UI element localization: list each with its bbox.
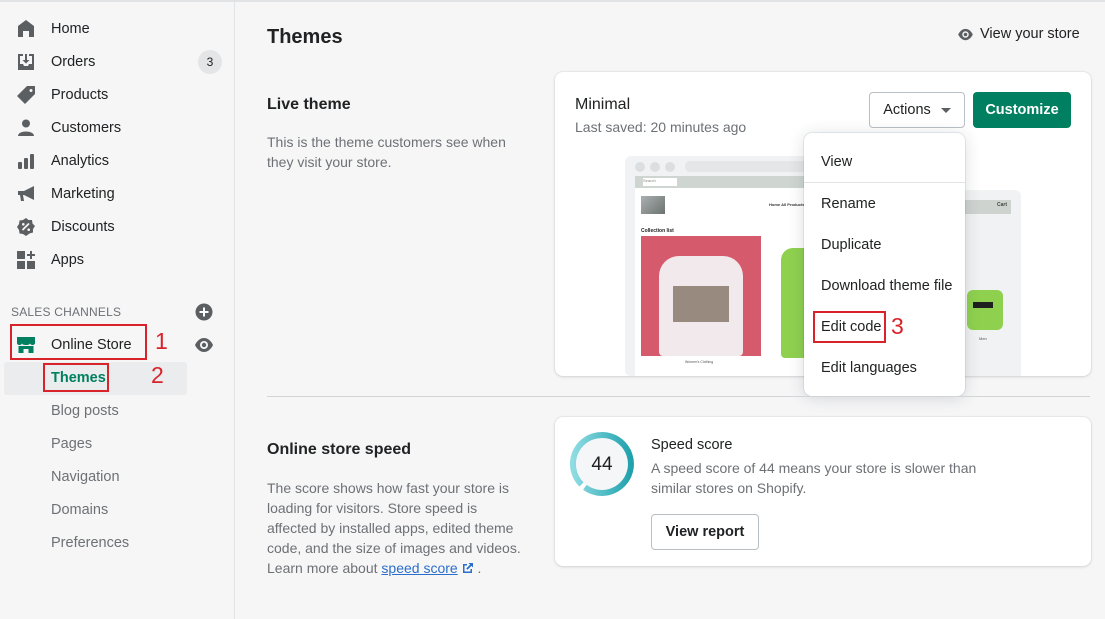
actions-label: Actions xyxy=(883,102,931,118)
menu-item-download-theme-file[interactable]: Download theme file xyxy=(821,278,952,294)
page-title: Themes xyxy=(267,26,343,48)
sidebar-subitem-preferences[interactable]: Preferences xyxy=(51,535,129,551)
actions-menu: View Rename Duplicate Download theme fil… xyxy=(804,133,965,396)
sidebar-item-home[interactable]: Home xyxy=(0,12,235,45)
collection-list-title: Collection list xyxy=(641,228,674,234)
menu-item-duplicate[interactable]: Duplicate xyxy=(821,237,881,253)
sidebar-item-label: Marketing xyxy=(51,185,115,202)
window-dot xyxy=(635,162,645,172)
sidebar-item-label: Orders xyxy=(51,53,96,70)
view-your-store-link[interactable]: View your store xyxy=(957,26,1080,42)
actions-dropdown-button[interactable]: Actions xyxy=(869,92,965,128)
eye-icon xyxy=(958,28,973,40)
home-icon xyxy=(15,18,37,40)
tshirt-print xyxy=(973,302,993,308)
sidebar-item-label: Apps xyxy=(51,251,85,268)
annotation-box-online-store xyxy=(10,324,147,360)
sidebar-item-label: Customers xyxy=(51,119,122,136)
speed-score-link-text: speed score xyxy=(381,560,458,576)
sidebar-item-apps[interactable]: Apps xyxy=(0,243,235,276)
speed-score-link[interactable]: speed score xyxy=(381,560,457,576)
speed-score-description: A speed score of 44 means your store is … xyxy=(651,460,977,496)
speed-score-card: 44 Speed score A speed score of 44 means… xyxy=(555,417,1091,566)
annotation-box-edit-code xyxy=(813,311,886,343)
annotation-step-1: 1 xyxy=(155,328,168,354)
theme-last-saved: Last saved: 20 minutes ago xyxy=(575,119,747,135)
sidebar-subitem-pages[interactable]: Pages xyxy=(51,436,92,452)
speed-score-value: 44 xyxy=(591,454,613,475)
mock-logo xyxy=(641,196,665,214)
sidebar-item-products[interactable]: Products xyxy=(0,78,235,111)
menu-item-view[interactable]: View xyxy=(821,154,852,170)
michelangelo-print xyxy=(673,286,729,322)
menu-separator xyxy=(804,182,965,183)
sidebar-item-label: Discounts xyxy=(51,218,115,235)
mock-nav: Home All Products xyxy=(769,202,805,207)
apps-icon xyxy=(15,249,37,271)
sidebar-item-marketing[interactable]: Marketing xyxy=(0,177,235,210)
external-link-icon[interactable] xyxy=(462,562,474,574)
online-store-speed-description: The score shows how fast your store is l… xyxy=(267,478,522,578)
sidebar-item-label: Products xyxy=(51,86,109,103)
megaphone-icon xyxy=(15,183,37,205)
theme-name: Minimal xyxy=(575,96,631,113)
sidebar-subitem-domains[interactable]: Domains xyxy=(51,502,108,518)
menu-item-edit-languages[interactable]: Edit languages xyxy=(821,360,917,376)
speed-description-suffix: . xyxy=(473,560,482,576)
sidebar-item-customers[interactable]: Customers xyxy=(0,111,235,144)
orders-count-badge: 3 xyxy=(198,49,222,74)
live-theme-description: This is the theme customers see when the… xyxy=(267,134,506,170)
annotation-box-themes xyxy=(43,363,109,392)
person-icon xyxy=(15,117,37,139)
collection-photo xyxy=(641,236,761,356)
collection-caption: Women's Clothing xyxy=(685,360,714,364)
bar-chart-icon xyxy=(15,150,37,172)
green-tshirt-image xyxy=(967,290,1003,330)
sales-channels-heading: SALES CHANNELS xyxy=(11,305,122,319)
sidebar-subitem-navigation[interactable]: Navigation xyxy=(51,469,120,485)
window-dot xyxy=(665,162,675,172)
window-dot xyxy=(650,162,660,172)
discount-icon xyxy=(15,216,37,238)
section-divider xyxy=(267,396,1090,397)
menu-item-rename[interactable]: Rename xyxy=(821,196,876,212)
view-your-store-label: View your store xyxy=(980,26,1080,42)
sidebar-item-discounts[interactable]: Discounts xyxy=(0,210,235,243)
sidebar-item-label: Home xyxy=(51,20,90,37)
tag-icon xyxy=(15,84,37,106)
men-caption: Men xyxy=(979,336,987,341)
annotation-step-2: 2 xyxy=(151,362,164,388)
orders-icon xyxy=(15,51,37,73)
sidebar-item-analytics[interactable]: Analytics xyxy=(0,144,235,177)
annotation-step-3: 3 xyxy=(891,313,904,339)
cart-label: Cart xyxy=(997,202,1008,208)
mock-search-box: Search xyxy=(643,178,677,186)
add-sales-channel-icon[interactable] xyxy=(195,303,213,321)
live-theme-heading: Live theme xyxy=(267,96,351,113)
sidebar-item-label: Analytics xyxy=(51,152,110,169)
sidebar-item-orders[interactable]: Orders 3 xyxy=(0,45,235,78)
sidebar: Home Orders 3 Products Customers Analyti… xyxy=(0,2,235,619)
view-report-button[interactable]: View report xyxy=(651,514,759,550)
view-online-store-eye-icon[interactable] xyxy=(194,337,214,353)
speed-score-title: Speed score xyxy=(651,437,733,453)
sidebar-subitem-blog-posts[interactable]: Blog posts xyxy=(51,403,119,419)
caret-down-icon xyxy=(940,107,951,113)
customize-button[interactable]: Customize xyxy=(973,92,1071,128)
online-store-speed-heading: Online store speed xyxy=(267,441,412,458)
